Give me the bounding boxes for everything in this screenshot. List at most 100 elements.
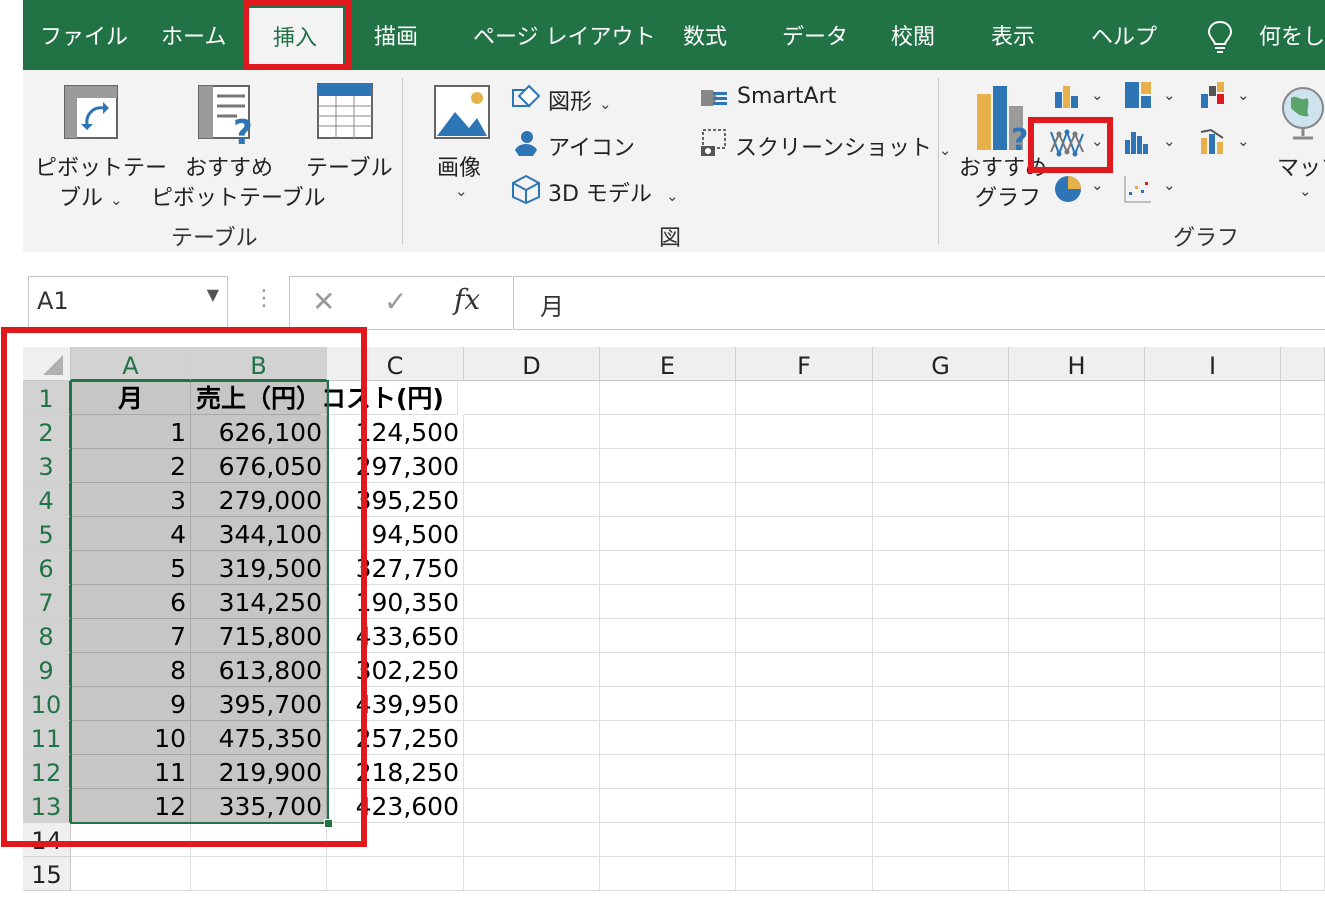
empty-cell[interactable] bbox=[600, 721, 736, 755]
empty-cell[interactable] bbox=[736, 517, 873, 551]
empty-cell[interactable] bbox=[464, 653, 600, 687]
column-header-d[interactable]: D bbox=[464, 347, 600, 381]
empty-cell[interactable] bbox=[600, 415, 736, 449]
empty-cell[interactable] bbox=[600, 755, 736, 789]
recommended-pivot-label-1[interactable]: おすすめ bbox=[185, 150, 273, 182]
empty-cell[interactable] bbox=[1281, 585, 1325, 619]
row-header-15[interactable]: 15 bbox=[23, 857, 71, 891]
empty-cell[interactable] bbox=[1009, 857, 1145, 891]
empty-cell[interactable] bbox=[1281, 551, 1325, 585]
hierarchy-chart-icon[interactable] bbox=[1123, 80, 1153, 110]
screenshot-button[interactable]: スクリーンショット ⌄ bbox=[735, 130, 951, 162]
empty-cell[interactable] bbox=[1145, 381, 1281, 415]
pivot-table-label-1[interactable]: ピボットテー bbox=[35, 150, 167, 182]
empty-cell[interactable] bbox=[1145, 483, 1281, 517]
empty-cell[interactable] bbox=[1145, 789, 1281, 823]
empty-cell[interactable] bbox=[736, 483, 873, 517]
maps-label[interactable]: マップ bbox=[1277, 150, 1325, 182]
empty-cell[interactable] bbox=[1145, 653, 1281, 687]
cancel-icon[interactable]: ✕ bbox=[312, 285, 335, 318]
smartart-label[interactable]: SmartArt bbox=[737, 84, 836, 109]
empty-cell[interactable] bbox=[1281, 653, 1325, 687]
empty-cell[interactable] bbox=[873, 551, 1009, 585]
column-header-i[interactable]: I bbox=[1145, 347, 1281, 381]
empty-cell[interactable] bbox=[873, 619, 1009, 653]
empty-cell[interactable] bbox=[1281, 483, 1325, 517]
empty-cell[interactable] bbox=[464, 551, 600, 585]
column-header-g[interactable]: G bbox=[873, 347, 1009, 381]
empty-cell[interactable] bbox=[1145, 551, 1281, 585]
empty-cell[interactable] bbox=[464, 789, 600, 823]
empty-cell[interactable] bbox=[1145, 755, 1281, 789]
empty-cell[interactable] bbox=[873, 585, 1009, 619]
empty-cell[interactable] bbox=[464, 517, 600, 551]
empty-cell[interactable] bbox=[600, 789, 736, 823]
insert-function-icon[interactable]: fx bbox=[454, 283, 480, 316]
empty-cell[interactable] bbox=[1009, 755, 1145, 789]
empty-cell[interactable] bbox=[1281, 755, 1325, 789]
empty-cell[interactable] bbox=[736, 585, 873, 619]
tab-draw[interactable]: 描画 bbox=[374, 18, 418, 58]
empty-cell[interactable] bbox=[1281, 381, 1325, 415]
empty-cell[interactable] bbox=[464, 687, 600, 721]
empty-cell[interactable] bbox=[600, 449, 736, 483]
lightbulb-icon[interactable] bbox=[1207, 20, 1233, 54]
tab-review[interactable]: 校閲 bbox=[891, 18, 935, 58]
table-button[interactable]: テーブル bbox=[306, 150, 393, 182]
empty-cell[interactable] bbox=[736, 449, 873, 483]
empty-cell[interactable] bbox=[600, 653, 736, 687]
empty-cell[interactable] bbox=[1009, 381, 1145, 415]
tab-view[interactable]: 表示 bbox=[991, 18, 1035, 58]
empty-cell[interactable] bbox=[1145, 415, 1281, 449]
empty-cell[interactable] bbox=[464, 483, 600, 517]
empty-cell[interactable] bbox=[736, 755, 873, 789]
formula-input[interactable]: 月 bbox=[513, 276, 1325, 330]
empty-cell[interactable] bbox=[873, 857, 1009, 891]
empty-cell[interactable] bbox=[1145, 517, 1281, 551]
empty-cell[interactable] bbox=[736, 415, 873, 449]
enter-icon[interactable]: ✓ bbox=[384, 285, 407, 318]
empty-cell[interactable] bbox=[736, 687, 873, 721]
empty-cell[interactable] bbox=[1145, 619, 1281, 653]
empty-cell[interactable] bbox=[600, 551, 736, 585]
empty-cell[interactable] bbox=[873, 415, 1009, 449]
chevron-down-icon[interactable]: ⌄ bbox=[1163, 86, 1176, 104]
empty-cell[interactable] bbox=[1281, 517, 1325, 551]
empty-cell[interactable] bbox=[873, 381, 1009, 415]
scatter-chart-icon[interactable] bbox=[1123, 174, 1153, 204]
3d-models-button[interactable]: 3D モデル ⌄ bbox=[548, 176, 679, 208]
empty-cell[interactable] bbox=[736, 857, 873, 891]
more-options-icon[interactable]: ⋮ bbox=[253, 286, 275, 311]
empty-cell[interactable] bbox=[873, 449, 1009, 483]
empty-cell[interactable] bbox=[464, 721, 600, 755]
tab-data[interactable]: データ bbox=[782, 18, 848, 58]
empty-cell[interactable] bbox=[736, 653, 873, 687]
tab-file[interactable]: ファイル bbox=[40, 18, 128, 58]
empty-cell[interactable] bbox=[1281, 619, 1325, 653]
empty-cell[interactable] bbox=[873, 687, 1009, 721]
chevron-down-icon[interactable]: ⌄ bbox=[1163, 176, 1176, 194]
chevron-down-icon[interactable]: ⌄ bbox=[1091, 176, 1104, 194]
empty-cell[interactable] bbox=[327, 857, 464, 891]
chevron-down-icon[interactable]: ⌄ bbox=[455, 182, 468, 200]
empty-cell[interactable] bbox=[600, 823, 736, 857]
shapes-button[interactable]: 図形 ⌄ bbox=[548, 84, 612, 116]
empty-cell[interactable] bbox=[736, 721, 873, 755]
empty-cell[interactable] bbox=[464, 381, 600, 415]
empty-cell[interactable] bbox=[736, 823, 873, 857]
chevron-down-icon[interactable]: ⌄ bbox=[1237, 132, 1250, 150]
empty-cell[interactable] bbox=[1009, 517, 1145, 551]
chevron-down-icon[interactable]: ⌄ bbox=[1163, 132, 1176, 150]
empty-cell[interactable] bbox=[1009, 687, 1145, 721]
empty-cell[interactable] bbox=[873, 823, 1009, 857]
empty-cell[interactable] bbox=[1281, 857, 1325, 891]
statistic-chart-icon[interactable] bbox=[1123, 128, 1153, 156]
empty-cell[interactable] bbox=[736, 789, 873, 823]
empty-cell[interactable] bbox=[1009, 789, 1145, 823]
pie-chart-icon[interactable] bbox=[1053, 174, 1083, 204]
empty-cell[interactable] bbox=[1009, 449, 1145, 483]
empty-cell[interactable] bbox=[464, 449, 600, 483]
empty-cell[interactable] bbox=[1281, 415, 1325, 449]
empty-cell[interactable] bbox=[600, 517, 736, 551]
column-header-h[interactable]: H bbox=[1009, 347, 1145, 381]
